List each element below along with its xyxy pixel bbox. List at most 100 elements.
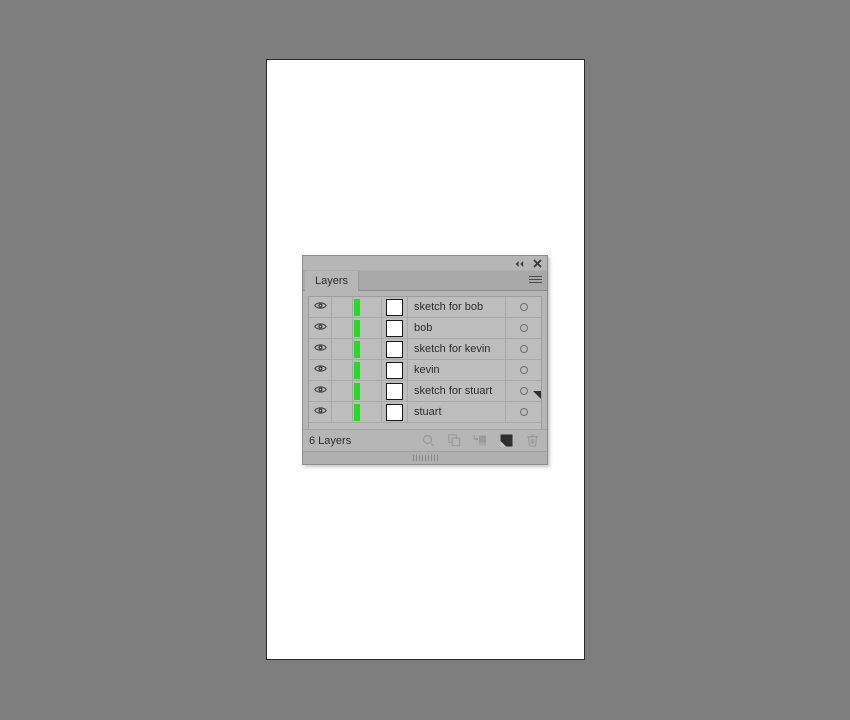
layer-target-indicator[interactable] [505,297,541,317]
target-circle-icon [519,324,528,332]
layer-color-swatch [354,403,360,421]
layer-color-swatch [354,319,360,337]
new-sublayer-icon [473,435,486,446]
layer-row[interactable]: sketch for stuart [309,381,541,402]
footer-buttons [421,434,539,448]
panel-titlebar[interactable] [303,256,547,271]
layer-lock-toggle[interactable] [332,381,353,401]
panel-menu-icon[interactable] [529,276,542,286]
layer-thumbnail-image [386,319,403,337]
tab-layers-label: Layers [315,275,349,287]
layer-color-indicator [353,381,361,401]
grip-dot [412,455,414,461]
layer-visibility-toggle[interactable] [309,339,332,359]
layer-thumbnail[interactable] [382,360,408,380]
layer-color-indicator [353,297,361,317]
layer-thumbnail-image [386,403,403,421]
application-canvas: Layers sketch for bob bob sketch for kevin… [0,0,850,720]
eye-icon [313,385,327,397]
layer-thumbnail[interactable] [382,381,408,401]
eye-icon [313,406,327,418]
eye-icon [313,343,327,355]
eye-icon [313,322,327,334]
layer-visibility-toggle[interactable] [309,297,332,317]
layer-lock-toggle[interactable] [332,339,353,359]
layer-indent-spacer [361,360,382,380]
layer-thumbnail-image [386,298,403,316]
layer-target-indicator[interactable] [505,402,541,422]
layer-color-indicator [353,402,361,422]
layer-row[interactable]: stuart [309,402,541,423]
panel-tabstrip[interactable]: Layers [303,271,547,291]
layer-lock-toggle[interactable] [332,360,353,380]
layer-visibility-toggle[interactable] [309,381,332,401]
layer-target-indicator[interactable] [505,339,541,359]
tab-layers[interactable]: Layers [305,271,360,291]
layer-thumbnail-image [386,340,403,358]
layer-color-swatch [354,298,360,316]
layer-color-indicator [353,360,361,380]
layer-thumbnail[interactable] [382,402,408,422]
panel-resize-grip[interactable] [303,451,547,464]
eye-icon [313,364,327,376]
layer-indent-spacer [361,381,382,401]
grip-dot [424,455,426,461]
delete-selection-button[interactable] [525,434,539,448]
target-circle-icon [519,303,528,311]
target-circle-icon [519,408,528,416]
layer-lock-toggle[interactable] [332,402,353,422]
new-layer-icon [500,434,512,447]
layer-row[interactable]: sketch for kevin [309,339,541,360]
grip-dot [436,455,438,461]
layer-visibility-toggle[interactable] [309,318,332,338]
layer-thumbnail[interactable] [382,297,408,317]
layer-indent-spacer [361,318,382,338]
panel-resize-corner-icon[interactable] [533,391,541,399]
layer-target-indicator[interactable] [505,318,541,338]
layer-count-label: 6 Layers [309,434,352,447]
make-clipping-mask-button[interactable] [447,434,461,448]
layer-name[interactable]: sketch for bob [408,297,505,317]
target-circle-icon [519,345,528,353]
layer-name[interactable]: kevin [408,360,505,380]
layer-thumbnail-image [386,361,403,379]
locate-object-button[interactable] [421,434,435,448]
layers-panel[interactable]: Layers sketch for bob bob sketch for kevin… [302,255,548,465]
layer-indent-spacer [361,339,382,359]
clipping-mask-icon [447,434,460,447]
create-new-layer-button[interactable] [499,434,513,448]
layer-target-indicator[interactable] [505,360,541,380]
layer-name[interactable]: sketch for kevin [408,339,505,359]
grip-dot [415,455,417,461]
grip-dot [430,455,432,461]
layer-visibility-toggle[interactable] [309,402,332,422]
grip-dot [418,455,420,461]
grip-dot [433,455,435,461]
layer-thumbnail[interactable] [382,318,408,338]
layer-list[interactable]: sketch for bob bob sketch for kevin kevin sk… [308,296,542,436]
layer-name[interactable]: sketch for stuart [408,381,505,401]
collapse-to-icons-icon[interactable] [513,258,525,269]
eye-icon [313,301,327,313]
grip-dot [427,455,429,461]
layer-name[interactable]: stuart [408,402,505,422]
layer-row[interactable]: sketch for bob [309,297,541,318]
layer-visibility-toggle[interactable] [309,360,332,380]
layer-row[interactable]: bob [309,318,541,339]
grip-dots [412,455,438,461]
trash-icon [526,434,538,447]
layer-indent-spacer [361,402,382,422]
panel-footer: 6 Layers [303,429,547,451]
menu-line [529,279,542,280]
close-icon[interactable] [531,258,543,269]
layer-thumbnail[interactable] [382,339,408,359]
target-circle-icon [519,387,528,395]
layer-lock-toggle[interactable] [332,297,353,317]
layer-row[interactable]: kevin [309,360,541,381]
layer-color-indicator [353,318,361,338]
layer-name[interactable]: bob [408,318,505,338]
layer-lock-toggle[interactable] [332,318,353,338]
create-new-sublayer-button[interactable] [473,434,487,448]
target-circle-icon [519,366,528,374]
layer-color-swatch [354,340,360,358]
